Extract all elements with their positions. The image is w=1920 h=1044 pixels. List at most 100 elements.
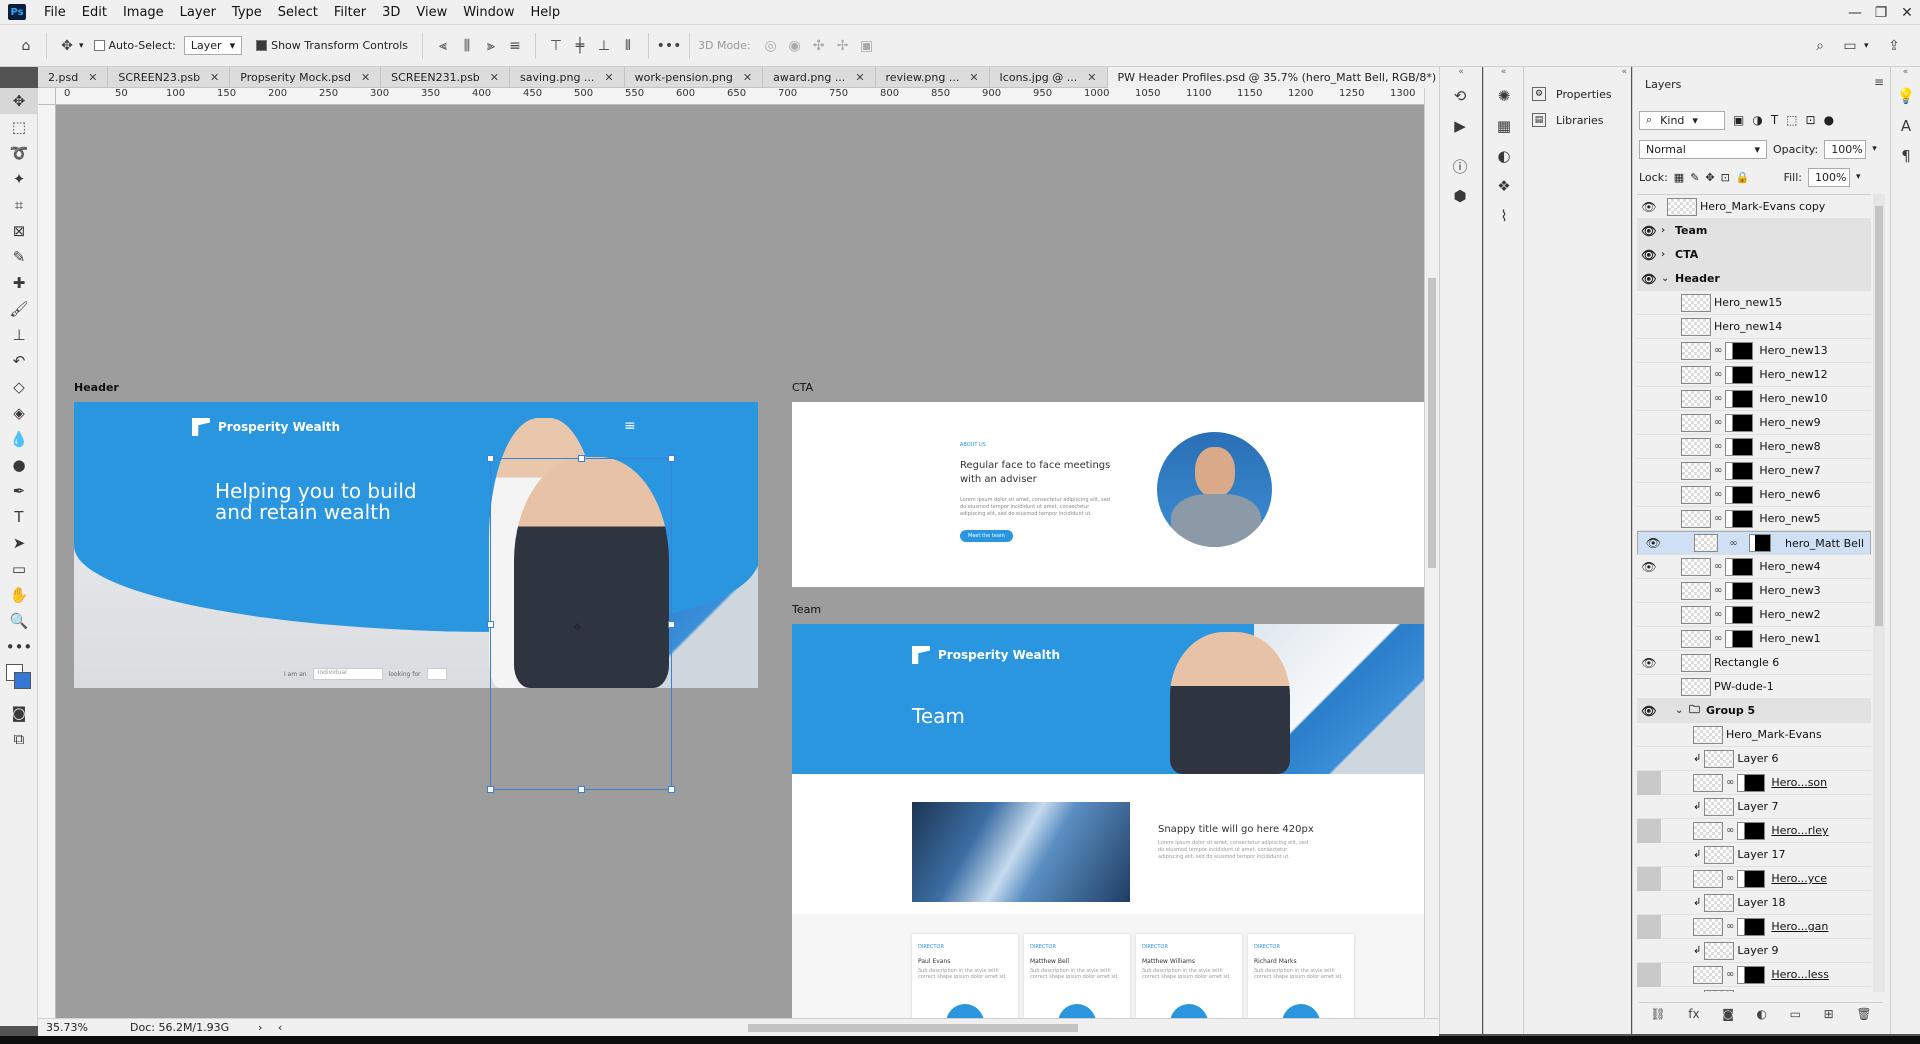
menu-edit[interactable]: Edit [74, 5, 115, 20]
show-transform-checkbox[interactable] [256, 40, 268, 51]
menu-layer[interactable]: Layer [172, 5, 224, 20]
layer-name[interactable]: Hero_new13 [1759, 344, 1827, 357]
close-icon[interactable]: ✕ [1087, 71, 1096, 84]
actions-play-icon[interactable]: ▶ [1440, 111, 1480, 141]
visibility-eye-icon[interactable] [1637, 987, 1661, 993]
mask-link-icon[interactable]: ∞ [1714, 633, 1722, 644]
layer-name[interactable]: Layer 17 [1737, 848, 1785, 861]
transform-handle[interactable] [578, 786, 585, 793]
adjustments-icon[interactable]: ◐ [1484, 141, 1524, 171]
tab-document[interactable]: SCREEN23.psb ✕ [108, 67, 231, 88]
info-icon[interactable]: ⓘ [1440, 151, 1480, 181]
layer-row[interactable]: 👁 Rectangle 6 [1637, 651, 1871, 675]
close-icon[interactable]: ✕ [743, 71, 752, 84]
lock-pixels-icon[interactable]: ✎ [1690, 171, 1699, 184]
collapse-icon[interactable]: « [1484, 67, 1523, 81]
filter-shape-icon[interactable]: ⬚ [1786, 113, 1797, 127]
layer-mask-thumbnail[interactable] [1725, 605, 1754, 624]
layer-name[interactable]: Hero...gan [1771, 920, 1828, 933]
new-group-icon[interactable]: ▭ [1790, 1007, 1801, 1021]
dodge-tool-icon[interactable]: ● [0, 452, 38, 478]
align-center-icon[interactable]: ⫼ [455, 34, 479, 58]
mask-link-icon[interactable]: ∞ [1714, 585, 1722, 596]
layer-name[interactable]: Hero_new6 [1759, 488, 1820, 501]
layer-mask-thumbnail[interactable] [1725, 437, 1754, 456]
crop-tool-icon[interactable]: ⌗ [0, 192, 38, 218]
chevron-down-icon[interactable]: ⌄ [1675, 705, 1689, 716]
canvas-horizontal-scrollbar[interactable] [748, 1024, 1078, 1032]
mask-link-icon[interactable]: ∞ [1714, 345, 1722, 356]
tab-document[interactable]: award.png ... ✕ [763, 67, 876, 88]
artboard-label-header[interactable]: Header [74, 381, 119, 394]
eraser-icon[interactable]: ◇ [0, 374, 38, 400]
close-icon[interactable]: ✕ [88, 71, 97, 84]
learn-icon[interactable]: 💡 [1891, 81, 1920, 111]
layer-name[interactable]: Hero_new9 [1759, 416, 1820, 429]
layer-row[interactable]: 👁 ∞ hero_Matt Bell [1637, 531, 1871, 555]
layer-row[interactable]: ∞ Hero_new9 [1637, 411, 1871, 435]
filter-pixel-icon[interactable]: ▣ [1733, 113, 1744, 127]
chevron-down-icon[interactable]: ▾ [1856, 172, 1861, 182]
close-icon[interactable]: ✕ [210, 71, 219, 84]
layer-name[interactable]: Team [1675, 224, 1707, 237]
layer-mask-thumbnail[interactable] [1725, 389, 1754, 408]
more-options-icon[interactable]: ••• [657, 34, 682, 58]
layer-row[interactable]: ∞ Hero_new1 [1637, 627, 1871, 651]
layer-row[interactable]: Hero_new14 [1637, 315, 1871, 339]
layer-name[interactable]: Layer 6 [1737, 752, 1778, 765]
libraries-item[interactable]: ▤ Libraries [1524, 107, 1631, 133]
move-tool-preset-icon[interactable]: ✥ [55, 34, 79, 58]
healing-brush-icon[interactable]: ✚ [0, 270, 38, 296]
layer-mask-thumbnail[interactable] [1725, 485, 1754, 504]
visibility-eye-icon[interactable] [1637, 603, 1661, 627]
layer-mask-thumbnail[interactable] [1725, 341, 1754, 360]
collapse-icon[interactable]: « [1440, 67, 1482, 81]
visibility-eye-icon[interactable] [1637, 866, 1661, 891]
artboard-label-team[interactable]: Team [792, 603, 821, 616]
tab-document[interactable]: 2.psd ✕ [38, 67, 109, 88]
menu-view[interactable]: View [408, 5, 455, 20]
layer-name[interactable]: Header [1675, 272, 1720, 285]
orbit-3d-icon[interactable]: ◎ [759, 34, 783, 58]
layer-row[interactable]: ∞ Hero...less [1637, 962, 1871, 987]
mask-link-icon[interactable]: ∞ [1726, 921, 1734, 932]
layer-row[interactable]: ∞ Hero_new2 [1637, 603, 1871, 627]
chevron-down-icon[interactable]: ⌄ [1661, 273, 1675, 284]
layer-row[interactable]: 👁 Hero_Mark-Evans copy [1637, 195, 1871, 219]
align-top-icon[interactable]: ⊤ [544, 34, 568, 58]
visibility-eye-icon[interactable] [1637, 387, 1661, 411]
align-bottom-icon[interactable]: ⊥ [592, 34, 616, 58]
layer-row[interactable]: ↲ Layer 9 [1637, 939, 1871, 963]
align-left-icon[interactable]: ⫷ [431, 34, 455, 58]
paths-icon[interactable]: ⌇ [1484, 201, 1524, 231]
visibility-eye-icon[interactable] [1637, 483, 1661, 507]
layer-row[interactable]: Hero_new15 [1637, 291, 1871, 315]
layer-name[interactable]: Layer 7 [1737, 800, 1778, 813]
layer-name[interactable]: Hero_new2 [1759, 608, 1820, 621]
new-layer-icon[interactable]: ⊞ [1824, 1007, 1834, 1021]
blur-tool-icon[interactable]: 💧 [0, 426, 38, 452]
layer-row[interactable]: ↲ Layer 7 [1637, 795, 1871, 819]
opacity-input[interactable]: 100% [1824, 139, 1867, 159]
menu-help[interactable]: Help [523, 5, 569, 20]
fx-icon[interactable]: fx [1688, 1007, 1699, 1021]
distribute-icon[interactable]: ≡ [503, 34, 527, 58]
visibility-eye-icon[interactable] [1637, 291, 1661, 315]
scroll-left-icon[interactable]: ‹ [278, 1021, 282, 1034]
character-icon[interactable]: A [1891, 111, 1920, 141]
zoom-level[interactable]: 35.73% [46, 1021, 116, 1034]
layer-mask-thumbnail[interactable] [1725, 509, 1754, 528]
layer-name[interactable]: Hero_new15 [1714, 296, 1782, 309]
layer-row[interactable]: ∞ Hero_new8 [1637, 435, 1871, 459]
filter-adjustment-icon[interactable]: ◑ [1752, 113, 1762, 127]
lock-artboard-icon[interactable]: ⊡ [1721, 171, 1730, 184]
scrollbar-thumb[interactable] [1428, 278, 1436, 568]
filter-type-icon[interactable]: T [1771, 113, 1778, 127]
layer-row[interactable]: ∞ Hero_new5 [1637, 507, 1871, 531]
tab-document[interactable]: Icons.jpg @ ... ✕ [990, 67, 1108, 88]
add-mask-icon[interactable]: ◙ [1722, 1007, 1734, 1021]
properties-item[interactable]: ⚙ Properties [1524, 81, 1631, 107]
visibility-eye-icon[interactable] [1637, 507, 1661, 531]
pan-3d-icon[interactable]: ✣ [807, 34, 831, 58]
stamp-tool-icon[interactable]: ⊥ [0, 322, 38, 348]
